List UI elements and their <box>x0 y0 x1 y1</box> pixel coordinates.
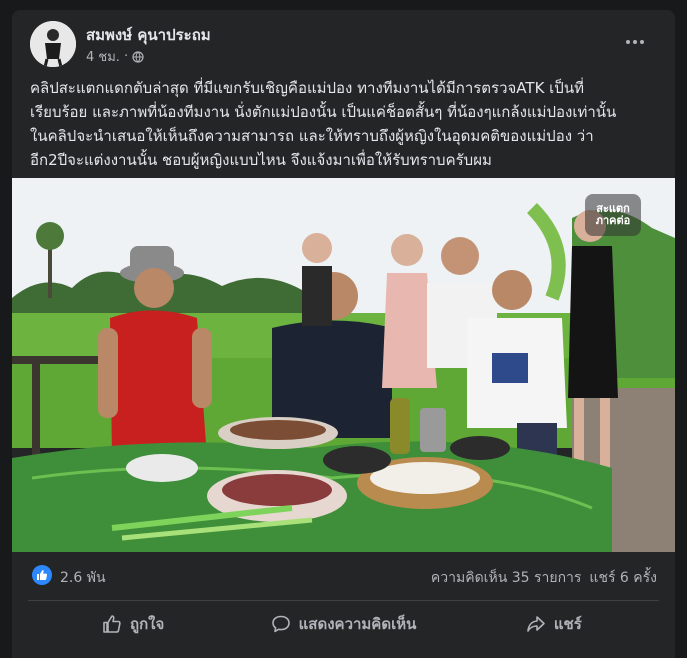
share-label: แชร์ <box>553 615 582 633</box>
comment-label: แสดงความคิดเห็น <box>298 615 417 633</box>
comment-button[interactable]: แสดงความคิดเห็น <box>238 604 448 644</box>
comment-share-counts: ความคิดเห็น 35 รายการ แชร์ 6 ครั้ง <box>431 567 657 589</box>
thumbs-up-outline-icon <box>103 615 121 633</box>
post-card: สมพงษ์ คุนาประถม 4 ชม. · คลิปสะแตกแดกตับ… <box>12 10 675 658</box>
like-button[interactable]: ถูกใจ <box>28 604 238 644</box>
like-label: ถูกใจ <box>130 615 165 633</box>
more-options-button[interactable] <box>619 30 651 54</box>
photo-scene <box>12 178 675 552</box>
globe-icon <box>132 50 144 63</box>
author-name[interactable]: สมพงษ์ คุนาประถม <box>86 23 211 47</box>
post-meta: 4 ชม. · <box>86 46 144 67</box>
channel-watermark: สะแตก ภาคต่อ <box>585 194 641 236</box>
share-icon <box>527 616 545 632</box>
author-avatar[interactable] <box>30 21 76 67</box>
more-dots-icon <box>626 40 630 44</box>
post-text: คลิปสะแตกแดกตับล่าสุด ที่มีแขกรับเชิญคือ… <box>30 79 617 169</box>
comment-count[interactable]: ความคิดเห็น 35 รายการ <box>431 567 582 589</box>
post-photo[interactable]: สะแตก ภาคต่อ <box>12 178 675 552</box>
post-time[interactable]: 4 ชม. <box>86 46 120 67</box>
divider <box>28 600 659 601</box>
like-count[interactable]: 2.6 พัน <box>60 567 106 589</box>
comment-icon <box>271 615 290 633</box>
thumbs-up-icon[interactable] <box>32 565 52 585</box>
action-bar: ถูกใจ แสดงความคิดเห็น แชร์ <box>28 604 659 644</box>
post-header: สมพงษ์ คุนาประถม 4 ชม. · <box>12 10 675 76</box>
share-button[interactable]: แชร์ <box>449 604 659 644</box>
share-count[interactable]: แชร์ 6 ครั้ง <box>589 567 657 589</box>
reaction-stats: 2.6 พัน ความคิดเห็น 35 รายการ แชร์ 6 ครั… <box>12 558 675 596</box>
